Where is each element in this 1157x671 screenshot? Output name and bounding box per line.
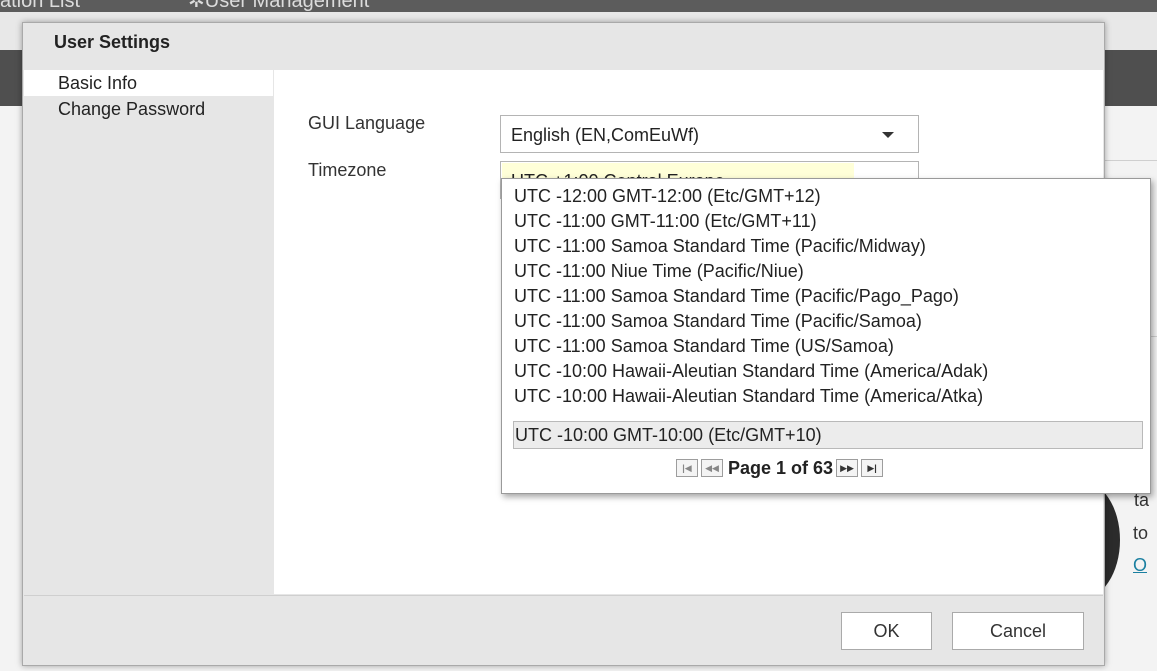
chevron-down-icon[interactable] xyxy=(882,132,894,138)
timezone-option[interactable]: UTC -11:00 Samoa Standard Time (Pacific/… xyxy=(513,308,1143,334)
gui-language-select[interactable]: English (EN,ComEuWf) xyxy=(500,115,919,153)
last-page-icon[interactable]: ▶| xyxy=(861,459,884,477)
timezone-option[interactable]: UTC -11:00 GMT-11:00 (Etc/GMT+11) xyxy=(513,208,1143,234)
background-tab-bar: ation List ✲User Management xyxy=(0,0,1157,12)
nav-change-password[interactable]: Change Password xyxy=(24,96,273,122)
cancel-button[interactable]: Cancel xyxy=(952,612,1084,650)
first-page-icon[interactable]: |◀ xyxy=(676,459,698,477)
tab-user-management[interactable]: ✲User Management xyxy=(188,0,369,11)
dialog-title: User Settings xyxy=(54,32,171,52)
background-link[interactable]: O xyxy=(1133,555,1147,576)
timezone-option[interactable]: UTC -10:00 Hawaii-Aleutian Standard Time… xyxy=(513,383,1143,409)
timezone-dropdown: UTC -12:00 GMT-12:00 (Etc/GMT+12) UTC -1… xyxy=(501,178,1151,494)
next-page-icon[interactable]: ▶▶ xyxy=(836,459,859,477)
pager-text: Page 1 of 63 xyxy=(728,457,834,478)
tab-user-management-label: User Management xyxy=(204,0,370,12)
timezone-option[interactable]: UTC -11:00 Niue Time (Pacific/Niue) xyxy=(513,258,1143,284)
nav-basic-info[interactable]: Basic Info xyxy=(24,70,273,96)
background-text: to xyxy=(1133,523,1149,543)
gui-language-label: GUI Language xyxy=(308,113,426,133)
timezone-option[interactable]: UTC -12:00 GMT-12:00 (Etc/GMT+12) xyxy=(513,183,1143,209)
dialog-footer: OK Cancel xyxy=(24,595,1103,665)
gui-language-value: English (EN,ComEuWf) xyxy=(511,125,700,145)
ok-button[interactable]: OK xyxy=(841,612,932,650)
previous-page-icon[interactable]: ◀◀ xyxy=(701,459,723,477)
timezone-option[interactable]: UTC -11:00 Samoa Standard Time (Pacific/… xyxy=(513,283,1143,309)
tab-station-list[interactable]: ation List xyxy=(0,0,80,11)
timezone-option[interactable]: UTC -11:00 Samoa Standard Time (US/Samoa… xyxy=(513,333,1143,359)
timezone-label: Timezone xyxy=(308,160,387,180)
timezone-option[interactable]: UTC -11:00 Samoa Standard Time (Pacific/… xyxy=(513,233,1143,259)
dropdown-pager: |◀ ◀◀ Page 1 of 63 ▶▶ ▶| xyxy=(676,455,886,481)
timezone-option[interactable]: UTC -10:00 Hawaii-Aleutian Standard Time… xyxy=(513,358,1143,384)
settings-nav: Basic Info Change Password xyxy=(24,70,273,594)
timezone-option-selected[interactable]: UTC -10:00 GMT-10:00 (Etc/GMT+10) xyxy=(513,421,1143,449)
user-management-icon: ✲ xyxy=(188,0,205,12)
